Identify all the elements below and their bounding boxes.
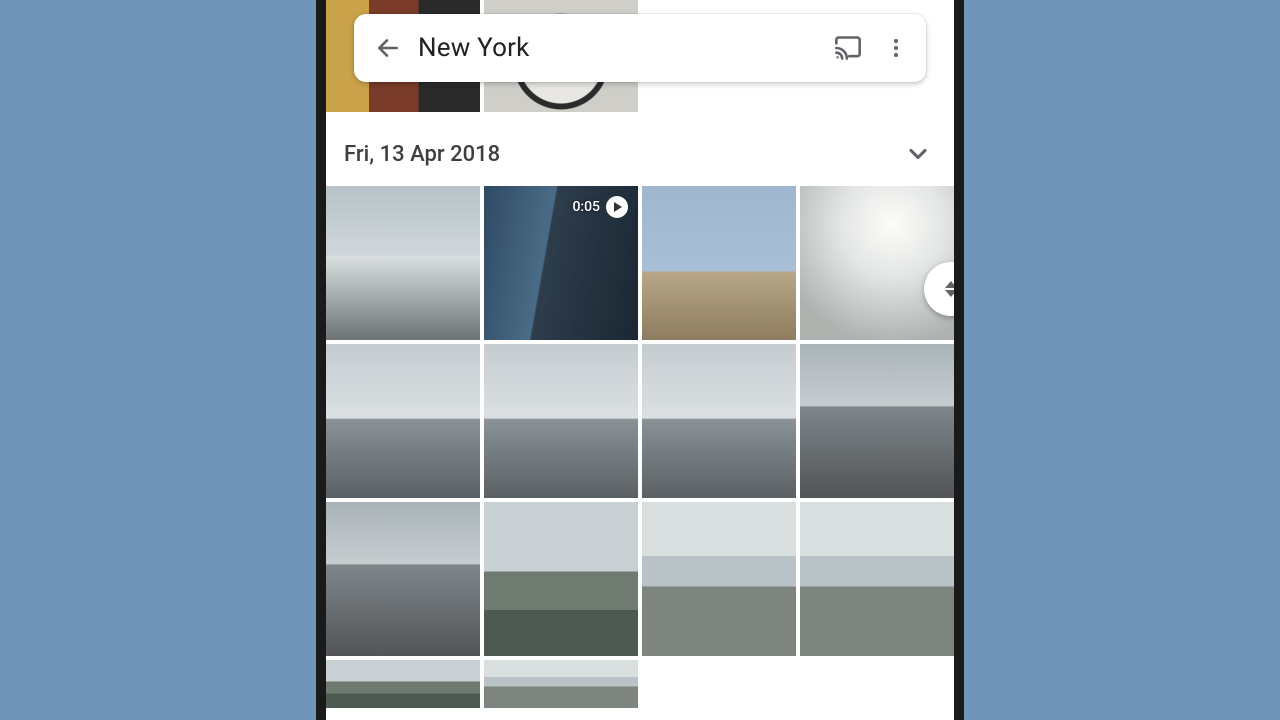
date-group-header: Fri, 13 Apr 2018 [326, 112, 954, 186]
photo-thumbnail[interactable] [800, 186, 954, 340]
phone-screen: New York Fri, 13 Apr 2018 0:05 [316, 0, 964, 720]
search-title: New York [412, 33, 824, 63]
more-vert-icon[interactable] [872, 24, 920, 72]
photo-thumbnail[interactable] [484, 502, 638, 656]
play-icon [606, 196, 628, 218]
back-arrow-icon[interactable] [364, 24, 412, 72]
photo-thumbnail[interactable] [326, 660, 480, 708]
empty-cell [800, 660, 954, 708]
photo-thumbnail[interactable] [484, 660, 638, 708]
group-date-label: Fri, 13 Apr 2018 [344, 142, 500, 167]
video-badge: 0:05 [572, 196, 628, 218]
partial-row [326, 660, 954, 708]
photo-thumbnail[interactable] [642, 344, 796, 498]
photo-thumbnail[interactable] [642, 502, 796, 656]
chevron-down-icon[interactable] [900, 136, 936, 172]
photo-thumbnail[interactable] [326, 502, 480, 656]
photo-thumbnail[interactable] [326, 344, 480, 498]
photo-thumbnail[interactable] [800, 502, 954, 656]
photo-thumbnail[interactable] [484, 344, 638, 498]
photo-thumbnail[interactable] [326, 186, 480, 340]
photo-grid: 0:05 [326, 186, 954, 656]
cast-icon[interactable] [824, 24, 872, 72]
search-bar[interactable]: New York [354, 14, 926, 82]
video-duration: 0:05 [572, 199, 600, 215]
empty-cell [642, 660, 796, 708]
photo-thumbnail[interactable] [642, 186, 796, 340]
video-thumbnail[interactable]: 0:05 [484, 186, 638, 340]
photo-thumbnail[interactable] [800, 344, 954, 498]
